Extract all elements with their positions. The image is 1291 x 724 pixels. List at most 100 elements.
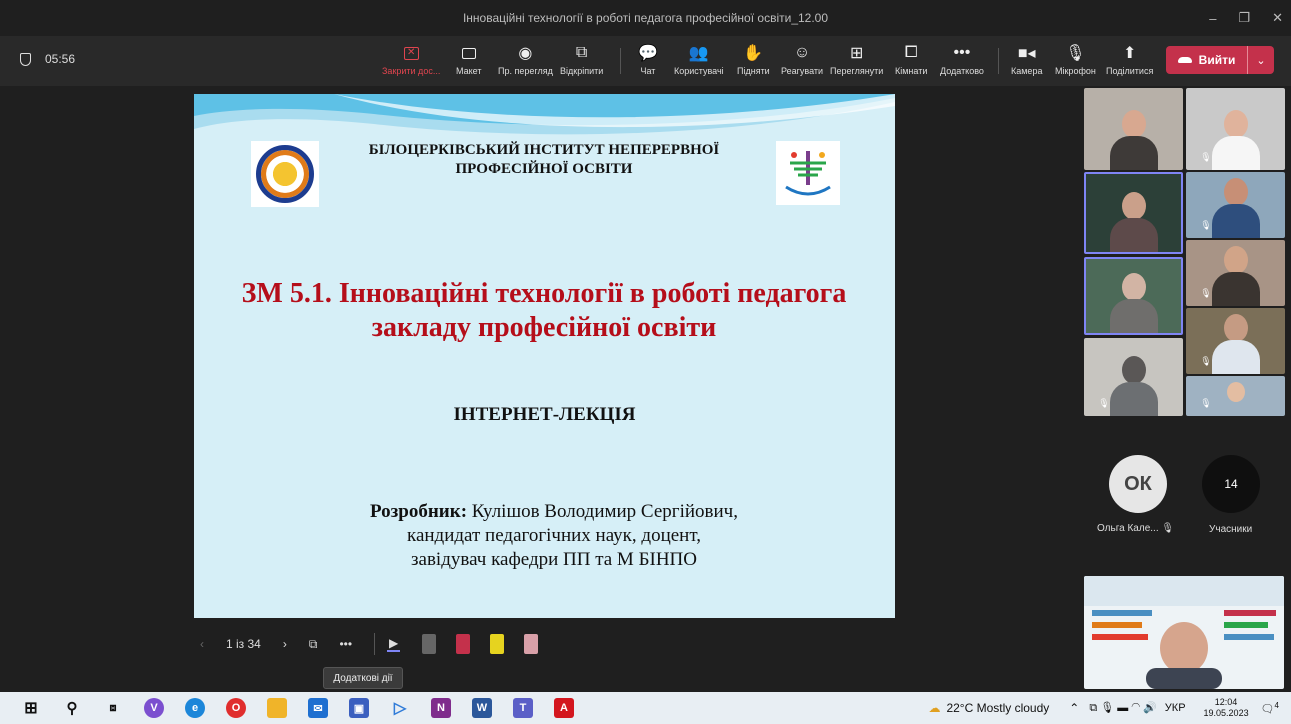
- chevron-up-icon[interactable]: ⌃: [1069, 701, 1079, 715]
- people-icon: 👥: [688, 45, 709, 62]
- more-actions-icon[interactable]: •••: [339, 637, 352, 651]
- layout-icon: [461, 47, 476, 59]
- view-icon: ⊞: [849, 45, 864, 62]
- video-tile[interactable]: 🎙: [1084, 338, 1183, 416]
- meeting-stage: БІЛОЦЕРКІВСЬКИЙ ІНСТИТУТ НЕПЕРЕРВНОЇ ПРО…: [0, 86, 1291, 692]
- camera-icon: ■◂: [1017, 45, 1036, 62]
- presenter-video[interactable]: [1084, 576, 1284, 689]
- search-icon[interactable]: ⚲: [62, 698, 82, 718]
- opera-icon[interactable]: O: [226, 698, 246, 718]
- edge-icon[interactable]: e: [185, 698, 205, 718]
- video-tile[interactable]: 🎙: [1186, 172, 1285, 238]
- highlighter-icon[interactable]: [490, 634, 505, 654]
- hang-up-icon: [1177, 57, 1192, 63]
- institute-name: БІЛОЦЕРКІВСЬКИЙ ІНСТИТУТ НЕПЕРЕРВНОЇ ПРО…: [368, 142, 720, 177]
- notifications-icon[interactable]: 🗨4: [1261, 701, 1279, 716]
- weather-icon: ☁: [928, 701, 941, 715]
- leave-button[interactable]: Вийти ⌄: [1166, 46, 1274, 74]
- meeting-timer: 05:56: [20, 52, 75, 66]
- toolbar-divider: [998, 48, 999, 74]
- viber-icon[interactable]: V: [144, 698, 164, 718]
- muted-mic-icon: 🎙: [1200, 356, 1212, 366]
- more-icon: •••: [953, 44, 971, 61]
- minimize-icon[interactable]: –: [1209, 11, 1216, 26]
- rooms-button[interactable]: ⧠ Кімнати: [895, 42, 927, 82]
- eraser-icon[interactable]: [524, 634, 539, 654]
- chevron-down-icon[interactable]: ⌄: [1248, 54, 1274, 67]
- stop-sharing-button[interactable]: ✕ Закрити дос...: [382, 42, 440, 82]
- muted-mic-icon: 🎙: [1161, 523, 1175, 534]
- people-button[interactable]: 👥 Користувачі: [674, 42, 724, 82]
- author-position: завідувач кафедри ПП та М БІНПО: [411, 549, 697, 570]
- mic-icon: 🎙: [1065, 45, 1086, 62]
- timer-label: 05:56: [45, 52, 76, 66]
- slide-author: Розробник: Кулішов Володимир Сергійович,…: [254, 500, 854, 572]
- windows-start-icon[interactable]: ⊞: [21, 698, 41, 718]
- system-tray: ☁ 22°C Mostly cloudy ⌃ ⧉ 🎙 ▬ ◠ 🔊 УКР 12:…: [928, 692, 1291, 724]
- rooms-icon: ⧠: [904, 44, 918, 61]
- video-tile[interactable]: 🎙: [1186, 376, 1285, 416]
- taskbar: ⊞ ⚲ ⧈ V e O ✉ ▣ ▷ N W T A ☁ 22°C Mostly …: [0, 692, 1291, 724]
- layout-button[interactable]: Макет: [456, 42, 481, 82]
- more-button[interactable]: ••• Додатково: [940, 42, 984, 82]
- more-actions-tooltip: Додаткові дії: [323, 667, 403, 689]
- toolbar-divider: [620, 48, 621, 74]
- share-icon: ⬆: [1122, 45, 1137, 62]
- tray-icons[interactable]: ⧉ 🎙 ▬ ◠ 🔊: [1089, 701, 1156, 715]
- slide-grid-icon[interactable]: ⧉: [309, 637, 318, 652]
- pointer-icon[interactable]: ▶: [387, 636, 401, 652]
- file-explorer-icon[interactable]: [267, 698, 287, 718]
- language-indicator[interactable]: УКР: [1165, 702, 1186, 714]
- close-icon[interactable]: ✕: [1272, 10, 1283, 26]
- window-title: Інноваційні технології в роботі педагога…: [462, 11, 829, 25]
- media-player-icon[interactable]: ▷: [390, 698, 410, 718]
- slide-subtitle: ІНТЕРНЕТ-ЛЕКЦІЯ: [453, 404, 636, 425]
- pen-red-icon[interactable]: [456, 634, 471, 654]
- previous-slide-icon[interactable]: ‹: [200, 637, 204, 651]
- avatar[interactable]: ОК: [1109, 455, 1167, 513]
- divider: [374, 633, 376, 655]
- mic-button[interactable]: 🎙 Мікрофон: [1055, 42, 1096, 82]
- slide-title: ЗМ 5.1. Інноваційні технології в роботі …: [241, 278, 847, 343]
- save-app-icon[interactable]: ▣: [349, 698, 369, 718]
- next-slide-icon[interactable]: ›: [283, 637, 287, 651]
- video-tile[interactable]: 🎙: [1186, 308, 1285, 374]
- shield-icon: [20, 52, 31, 66]
- video-tile[interactable]: [1084, 257, 1183, 335]
- maximize-icon[interactable]: ❐: [1238, 10, 1250, 26]
- task-view-icon[interactable]: ⧈: [103, 698, 123, 718]
- author-degree: кандидат педагогічних наук, доцент,: [407, 525, 701, 546]
- react-icon: ☺: [793, 44, 811, 61]
- slide-counter: 1 із 34: [226, 637, 261, 651]
- word-icon[interactable]: W: [472, 698, 492, 718]
- popout-button[interactable]: ⧉ Відкріпити: [560, 42, 603, 82]
- camera-button[interactable]: ■◂ Камера: [1011, 42, 1042, 82]
- mail-icon[interactable]: ✉: [308, 698, 328, 718]
- view-button[interactable]: ⊞ Переглянути: [830, 42, 883, 82]
- chat-button[interactable]: 💬 Чат: [638, 42, 658, 82]
- video-tile[interactable]: 🎙: [1186, 240, 1285, 306]
- share-button[interactable]: ⬆ Поділитися: [1106, 42, 1153, 82]
- chat-icon: 💬: [638, 45, 658, 62]
- video-tile[interactable]: [1084, 172, 1183, 254]
- participant-count[interactable]: 14: [1202, 455, 1260, 513]
- muted-mic-icon: 🎙: [1098, 398, 1110, 408]
- participants-label: Учасники: [1209, 524, 1253, 535]
- video-tile[interactable]: [1084, 88, 1183, 170]
- muted-mic-icon: 🎙: [1200, 152, 1212, 162]
- pen-gray-icon[interactable]: [422, 634, 437, 654]
- acrobat-icon[interactable]: A: [554, 698, 574, 718]
- weather-label[interactable]: 22°C Mostly cloudy: [946, 701, 1049, 715]
- onenote-icon[interactable]: N: [431, 698, 451, 718]
- preview-icon: ◉: [518, 45, 533, 62]
- tree-logo: [776, 141, 840, 205]
- teams-icon[interactable]: T: [513, 698, 533, 718]
- clock[interactable]: 12:04 19.05.2023: [1204, 697, 1249, 719]
- shared-slide: БІЛОЦЕРКІВСЬКИЙ ІНСТИТУТ НЕПЕРЕРВНОЇ ПРО…: [194, 94, 895, 618]
- react-button[interactable]: ☺ Реагувати: [781, 42, 823, 82]
- avatar-name: Ольга Кале... 🎙: [1097, 523, 1175, 534]
- raise-hand-button[interactable]: ✋ Підняти: [737, 42, 770, 82]
- presenter-view-button[interactable]: ◉ Пр. перегляд: [498, 42, 553, 82]
- title-bar: Інноваційні технології в роботі педагога…: [0, 0, 1291, 36]
- video-tile[interactable]: 🎙: [1186, 88, 1285, 170]
